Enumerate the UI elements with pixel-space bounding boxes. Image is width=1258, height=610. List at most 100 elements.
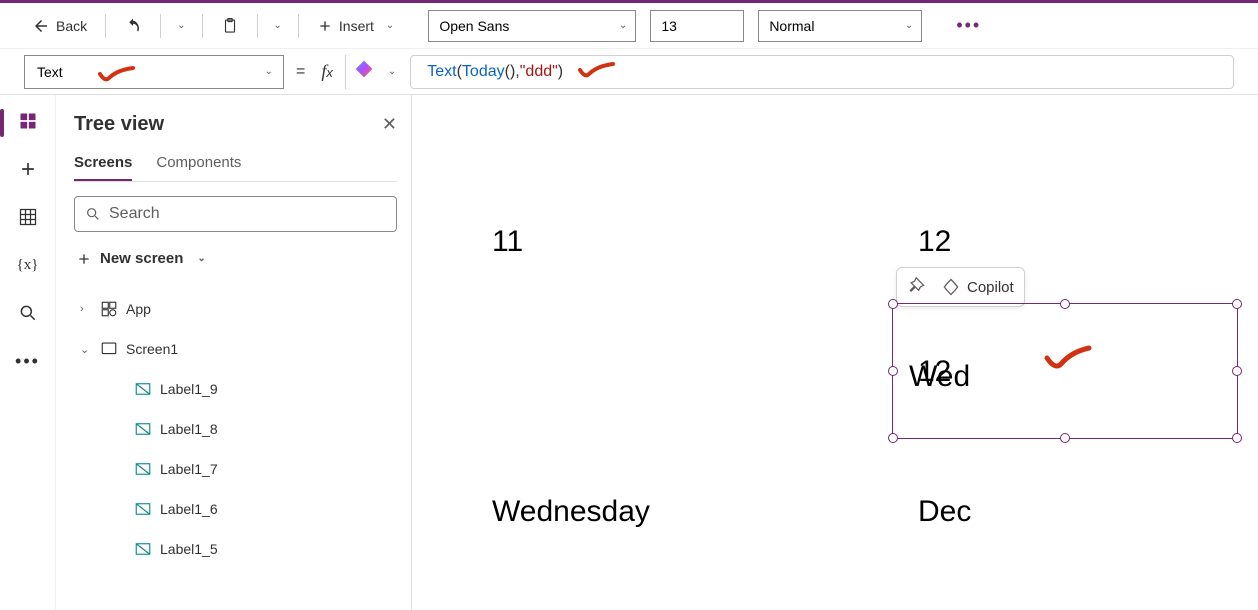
rail-active-indicator	[0, 109, 4, 137]
separator	[298, 14, 299, 38]
new-screen-button[interactable]: New screen ⌄	[74, 246, 397, 271]
chevron-down-icon: ⌄	[80, 343, 92, 356]
font-value: Open Sans	[439, 18, 509, 34]
resize-handle[interactable]	[888, 299, 898, 309]
formula-bar: Text ⌄ = fx ⌄ Text(Today(),"ddd")	[0, 49, 1258, 95]
chevron-down-icon: ⌄	[191, 253, 211, 264]
property-select[interactable]: Text ⌄	[24, 55, 284, 89]
clipboard-icon	[221, 17, 239, 35]
pin-icon[interactable]	[907, 277, 927, 297]
resize-handle[interactable]	[1232, 299, 1242, 309]
weight-value: Normal	[769, 18, 814, 34]
copilot-label: Copilot	[967, 279, 1014, 296]
left-rail: {x} •••	[0, 95, 56, 610]
fontweight-select[interactable]: Normal ⌄	[758, 10, 922, 42]
search-icon	[85, 206, 101, 222]
label-icon	[134, 380, 152, 398]
label-icon	[134, 540, 152, 558]
treeview-title: Tree view	[74, 113, 164, 136]
resize-handle[interactable]	[888, 433, 898, 443]
label-icon	[134, 420, 152, 438]
formula-input[interactable]: Text(Today(),"ddd")	[410, 55, 1234, 89]
close-icon[interactable]: ✕	[382, 114, 397, 135]
tree-label: Label1_5	[160, 541, 218, 557]
paste-button[interactable]	[213, 13, 247, 39]
fontsize-value: 13	[661, 18, 677, 34]
tab-screens[interactable]: Screens	[74, 154, 132, 181]
arrow-left-icon	[32, 17, 50, 35]
canvas-label[interactable]: 12	[918, 225, 951, 259]
canvas-label[interactable]: Dec	[918, 495, 971, 529]
treeview-panel: Tree view ✕ Screens Components Search Ne…	[56, 95, 412, 610]
separator	[160, 14, 161, 38]
tree-label: App	[126, 301, 151, 317]
tree-label: Label1_8	[160, 421, 218, 437]
paste-chevron[interactable]: ⌄	[268, 20, 288, 31]
plus-icon	[76, 251, 92, 267]
equals-sign: =	[292, 63, 309, 81]
resize-handle[interactable]	[888, 366, 898, 376]
annotation-check-icon	[1043, 344, 1093, 374]
insert-button[interactable]: Insert ⌄	[309, 14, 408, 38]
tree-label: Label1_9	[160, 381, 218, 397]
chevron-down-icon: ⌄	[265, 66, 273, 77]
tree-node-label[interactable]: Label1_6	[74, 489, 397, 529]
chevron-down-icon: ⌄	[380, 20, 400, 31]
tree-node-label[interactable]: Label1_5	[74, 529, 397, 569]
search-input[interactable]: Search	[74, 196, 397, 232]
chevron-down-icon: ⌄	[905, 20, 913, 31]
design-canvas[interactable]: 11 12 Copilot Wed 12 Wednesday Dec	[412, 95, 1258, 610]
tree-label: Label1_6	[160, 501, 218, 517]
formula-fn: Text	[427, 63, 456, 81]
fontsize-select[interactable]: 13	[650, 10, 744, 42]
tree-label: Label1_7	[160, 461, 218, 477]
resize-handle[interactable]	[1232, 433, 1242, 443]
undo-icon	[124, 17, 142, 35]
resize-handle[interactable]	[1060, 433, 1070, 443]
annotation-check-icon	[97, 64, 137, 84]
copilot-button[interactable]: Copilot	[941, 277, 1014, 297]
annotation-check-icon	[577, 60, 617, 80]
undo-chevron[interactable]: ⌄	[171, 20, 191, 31]
resize-handle[interactable]	[1232, 366, 1242, 376]
search-placeholder: Search	[109, 205, 160, 223]
formula-inner: Today	[462, 63, 505, 81]
copilot-icon	[941, 277, 961, 297]
data-rail-icon[interactable]	[18, 207, 38, 227]
mini-toolbar: Copilot	[896, 267, 1025, 307]
canvas-label[interactable]: 11	[492, 225, 523, 259]
insert-rail-icon[interactable]	[18, 159, 38, 179]
app-icon	[100, 300, 118, 318]
variables-rail-icon[interactable]: {x}	[18, 255, 38, 275]
tree-node-label[interactable]: Label1_9	[74, 369, 397, 409]
back-label: Back	[56, 18, 87, 34]
search-rail-icon[interactable]	[18, 303, 38, 323]
tree-node-label[interactable]: Label1_8	[74, 409, 397, 449]
tree-node-app[interactable]: › App	[74, 289, 397, 329]
canvas-label[interactable]: 12	[918, 355, 951, 389]
tab-components[interactable]: Components	[156, 154, 241, 181]
tree-node-label[interactable]: Label1_7	[74, 449, 397, 489]
undo-button[interactable]	[116, 13, 150, 39]
tree-node-screen[interactable]: ⌄ Screen1	[74, 329, 397, 369]
formula-str: "ddd"	[520, 63, 558, 81]
copilot-fx-icon[interactable]	[354, 59, 374, 84]
more-button[interactable]: •••	[956, 15, 981, 36]
main-toolbar: Back ⌄ ⌄ Insert ⌄ Open Sans ⌄ 13 Normal …	[0, 3, 1258, 49]
fx-chevron[interactable]: ⌄	[382, 66, 402, 77]
treeview-rail-icon[interactable]	[18, 111, 38, 131]
insert-label: Insert	[339, 18, 374, 34]
screen-icon	[100, 340, 118, 358]
label-icon	[134, 500, 152, 518]
separator	[105, 14, 106, 38]
tree-label: Screen1	[126, 341, 178, 357]
more-rail-icon[interactable]: •••	[18, 351, 38, 371]
plus-icon	[317, 18, 333, 34]
font-select[interactable]: Open Sans ⌄	[428, 10, 636, 42]
resize-handle[interactable]	[1060, 299, 1070, 309]
fx-icon: fx	[317, 61, 337, 82]
chevron-down-icon: ⌄	[619, 20, 627, 31]
canvas-label[interactable]: Wednesday	[492, 495, 650, 529]
separator	[257, 14, 258, 38]
back-button[interactable]: Back	[24, 13, 95, 39]
